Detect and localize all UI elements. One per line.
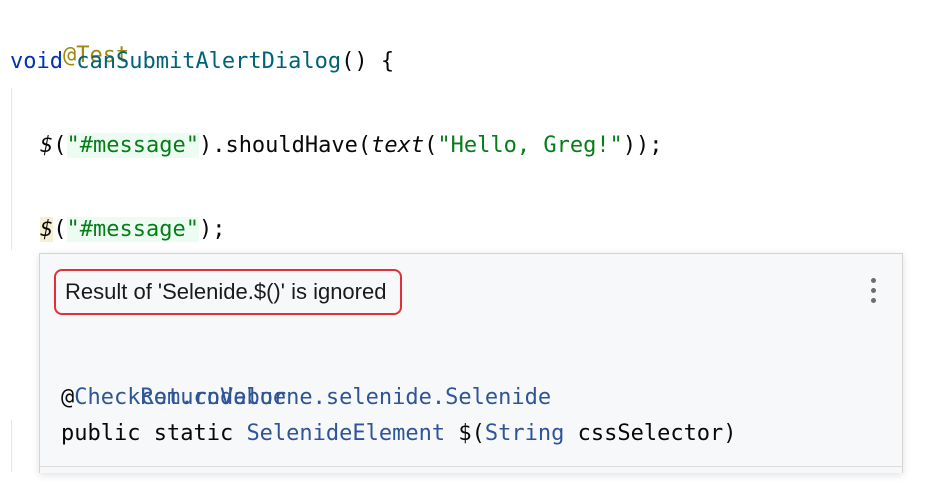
doc-param-type-link[interactable]: String bbox=[485, 421, 564, 446]
punctuation-token: ).shouldHave( bbox=[198, 133, 372, 158]
doc-signature-line: public static SelenideElement $(String c… bbox=[61, 416, 737, 452]
warning-highlight-token[interactable]: $ bbox=[40, 217, 54, 242]
inspection-popup[interactable]: Result of 'Selenide.$()' is ignored com.… bbox=[39, 253, 903, 473]
punctuation-token: ( bbox=[424, 133, 438, 158]
doc-annotation-link[interactable]: CheckReturnValue bbox=[74, 385, 286, 410]
doc-method-name: $( bbox=[445, 421, 485, 446]
punctuation-token: )); bbox=[622, 133, 663, 158]
warning-message: Result of 'Selenide.$()' is ignored bbox=[54, 269, 403, 315]
doc-param-name: cssSelector) bbox=[564, 421, 737, 446]
function-token: text bbox=[371, 133, 425, 158]
code-line-1[interactable]: @Test bbox=[10, 2, 129, 68]
indent-guide bbox=[11, 88, 12, 250]
quick-documentation: com.codeborne.selenide.Selenide @CheckRe… bbox=[61, 344, 737, 452]
doc-package-line: com.codeborne.selenide.Selenide bbox=[61, 344, 737, 410]
doc-modifiers: public static bbox=[61, 421, 247, 446]
popup-divider bbox=[40, 466, 902, 467]
code-line-3[interactable]: $("#message").shouldHave(text("Hello, Gr… bbox=[40, 128, 663, 164]
code-line-2[interactable]: void canSubmitAlertDialog() { bbox=[10, 44, 394, 80]
method-name-token: canSubmitAlertDialog bbox=[76, 49, 342, 74]
punctuation-token: ( bbox=[53, 217, 67, 242]
string-token: "Hello, Greg!" bbox=[437, 133, 623, 158]
punctuation-token: () { bbox=[341, 49, 395, 74]
more-vertical-icon[interactable] bbox=[863, 274, 883, 308]
punctuation-token: ); bbox=[198, 217, 226, 242]
code-line-4[interactable]: $("#message"); bbox=[40, 212, 225, 248]
string-token: "#message" bbox=[66, 217, 199, 242]
doc-annotation-at: @ bbox=[61, 385, 75, 410]
function-token: $ bbox=[40, 133, 54, 158]
punctuation-token: ( bbox=[53, 133, 67, 158]
doc-return-type-link[interactable]: SelenideElement bbox=[246, 421, 445, 446]
string-token: "#message" bbox=[66, 133, 199, 158]
keyword-token: void bbox=[10, 49, 63, 74]
